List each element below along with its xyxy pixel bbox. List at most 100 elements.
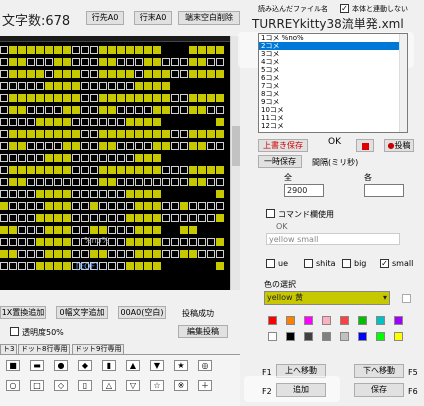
transparency-label: 透明度50%	[22, 328, 64, 337]
comment-list-item[interactable]: 4コメ	[259, 58, 407, 66]
sync-label: 本体と連動しない	[352, 5, 408, 13]
symbol-button[interactable]: △	[102, 380, 116, 391]
editor-scrollbar[interactable]	[230, 36, 240, 290]
comment-list-item[interactable]: 8コメ	[259, 90, 407, 98]
comment-list-item[interactable]: 6コメ	[259, 74, 407, 82]
comment-list-item[interactable]: 5コメ	[259, 66, 407, 74]
filename: TURREYkitty38流単発.xml	[252, 17, 404, 31]
line-end-button[interactable]: 行末A0	[134, 11, 172, 25]
color-swatch[interactable]	[358, 332, 367, 341]
zero-width-add-button[interactable]: 0幅文字追加	[56, 306, 108, 319]
color-swatch[interactable]	[268, 332, 277, 341]
scrollbar-thumb[interactable]	[232, 126, 240, 166]
color-preview-button[interactable]	[356, 139, 374, 152]
each-label: 各	[364, 173, 372, 182]
post-button[interactable]: ●投稿	[384, 139, 414, 152]
color-swatch[interactable]	[322, 316, 331, 325]
symbol-button[interactable]: ◎	[198, 360, 212, 371]
dot-art-row	[0, 92, 225, 104]
comment-list-scrollbar[interactable]	[399, 34, 407, 132]
dot-art-row	[0, 140, 225, 152]
command-option-shita-checkbox[interactable]	[304, 259, 313, 268]
replace-add-button[interactable]: 1X置換追加	[0, 306, 46, 319]
ok-label: OK	[328, 137, 341, 147]
symbol-button[interactable]: ※	[174, 380, 188, 391]
move-down-button[interactable]: 下へ移動	[354, 364, 404, 378]
symbol-button[interactable]: ＋	[198, 380, 212, 391]
color-swatch[interactable]	[268, 316, 277, 325]
comment-editor[interactable]: %no% [EOF]	[0, 36, 230, 290]
edit-post-button[interactable]: 編集投稿	[178, 325, 228, 338]
command-option-label: ue	[278, 259, 288, 268]
symbol-button[interactable]: ◆	[78, 360, 92, 371]
post-success-label: 投稿成功	[182, 309, 214, 318]
color-select-value: yellow 黄	[267, 293, 304, 302]
color-swatch[interactable]	[394, 332, 403, 341]
symbol-button[interactable]: ◇	[54, 380, 68, 391]
color-section-label: 色の選択	[264, 280, 296, 289]
symbol-button[interactable]: ☆	[150, 380, 164, 391]
overwrite-save-button[interactable]: 上書き保存	[258, 139, 308, 152]
comment-list-item[interactable]: 3コメ	[259, 50, 407, 58]
comment-list-item[interactable]: 1コメ %no%	[259, 34, 407, 42]
transparency-checkbox[interactable]	[10, 327, 19, 336]
command-input[interactable]: yellow small	[266, 233, 400, 245]
color-extra-checkbox[interactable]	[402, 294, 411, 303]
comment-list[interactable]: 1コメ %no% 2コメ 3コメ 4コメ 5コメ 6コメ 7コメ 8コメ 9コメ 10コメ 11コメ…	[258, 33, 408, 133]
comment-list-item[interactable]: 12コメ	[259, 122, 407, 130]
comment-list-item[interactable]: 10コメ	[259, 106, 407, 114]
color-swatch[interactable]	[322, 332, 331, 341]
symbol-button[interactable]: ▬	[30, 360, 44, 371]
color-swatch[interactable]	[286, 332, 295, 341]
symbol-button[interactable]: □	[30, 380, 44, 391]
f6-label: F6	[408, 387, 418, 396]
color-swatch[interactable]	[340, 332, 349, 341]
color-swatch[interactable]	[340, 316, 349, 325]
color-swatch[interactable]	[304, 332, 313, 341]
symbol-button[interactable]: ▮	[102, 360, 116, 371]
color-swatch[interactable]	[376, 316, 385, 325]
tab-dot8[interactable]: ドット8行専用	[18, 344, 71, 354]
command-use-checkbox[interactable]	[266, 209, 275, 218]
color-swatch[interactable]	[376, 332, 385, 341]
dot-art-row	[0, 200, 225, 212]
comment-list-item[interactable]: 11コメ	[259, 114, 407, 122]
symbol-button[interactable]: ▼	[150, 360, 164, 371]
dot-art-row	[0, 248, 225, 260]
color-swatch[interactable]	[394, 316, 403, 325]
color-select[interactable]: yellow 黄 ▾	[264, 291, 390, 305]
symbol-button[interactable]: ★	[174, 360, 188, 371]
temp-save-button[interactable]: 一時保存	[258, 155, 302, 168]
sync-checkbox[interactable]: ✓	[340, 4, 349, 13]
dot-art-row	[0, 128, 225, 140]
symbol-button[interactable]: ▯	[78, 380, 92, 391]
symbol-button[interactable]: ●	[54, 360, 68, 371]
symbol-button[interactable]: ▲	[126, 360, 140, 371]
interval-each-input[interactable]	[364, 184, 404, 197]
dot-art-row	[0, 188, 225, 200]
comment-list-item[interactable]: 2コメ	[259, 42, 407, 50]
tab-3[interactable]: ト3	[0, 344, 18, 354]
command-option-small-checkbox[interactable]: ✓	[380, 259, 389, 268]
comment-list-item[interactable]: 9コメ	[259, 98, 407, 106]
line-start-button[interactable]: 行先A0	[86, 11, 124, 25]
add-button[interactable]: 追加	[276, 383, 326, 397]
command-option-big-checkbox[interactable]	[342, 259, 351, 268]
interval-label: 間隔(ミリ秒)	[312, 158, 359, 167]
color-swatch[interactable]	[304, 316, 313, 325]
tab-dot9[interactable]: ドット9行専用	[72, 344, 125, 354]
color-swatch[interactable]	[286, 316, 295, 325]
trim-trailing-space-button[interactable]: 端末空白削除	[178, 11, 240, 25]
command-option-ue-checkbox[interactable]	[266, 259, 275, 268]
editor-ruler	[0, 36, 230, 42]
symbol-button[interactable]: ▽	[126, 380, 140, 391]
symbol-button[interactable]: ○	[6, 380, 20, 391]
chevron-down-icon: ▾	[382, 293, 387, 302]
comment-list-item[interactable]: 7コメ	[259, 82, 407, 90]
interval-all-input[interactable]: 2900	[284, 184, 324, 197]
color-swatch[interactable]	[358, 316, 367, 325]
command-option-label: shita	[316, 259, 336, 268]
symbol-button[interactable]: ■	[6, 360, 20, 371]
save-button[interactable]: 保存	[354, 383, 404, 397]
nbsp-button[interactable]: 00A0(空白)	[118, 306, 166, 319]
